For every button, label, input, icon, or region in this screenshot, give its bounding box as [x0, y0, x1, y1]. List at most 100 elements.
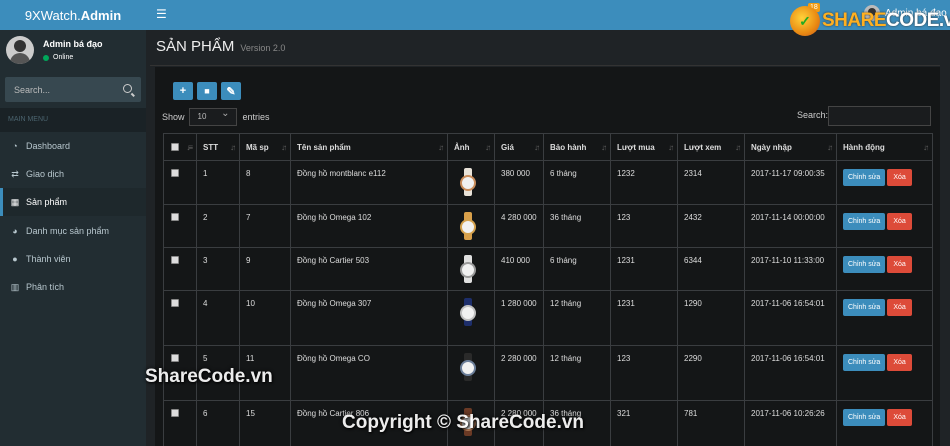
- cell-price: 4 280 000: [501, 213, 537, 222]
- cell-code: 15: [246, 409, 255, 418]
- cell-stt: 1: [203, 169, 208, 178]
- row-checkbox[interactable]: [171, 256, 179, 264]
- products-table: ↓≡ STT ↓↑ Mã sp ↓↑ Tên sản phẩm ↓↑ Ảnh ↓↑ Gi…: [163, 133, 933, 446]
- table-row[interactable]: 4 10 Đồng hồ Omega 307 1 280 000 12 tháng 123…: [163, 290, 933, 346]
- header-image: Ảnh: [454, 142, 470, 152]
- column-header[interactable]: Lượt mua ↓↑: [610, 133, 678, 161]
- table-cell: 2017-11-06 16:54:01: [744, 290, 837, 346]
- column-header[interactable]: Lượt xem ↓↑: [677, 133, 745, 161]
- row-checkbox[interactable]: [171, 169, 179, 177]
- column-header[interactable]: Bảo hành ↓↑: [543, 133, 611, 161]
- column-header[interactable]: Ngày nhập ↓↑: [744, 133, 837, 161]
- watermark-middle: ShareCode.vn: [145, 366, 273, 387]
- cell-warranty: 36 tháng: [550, 213, 582, 222]
- sidebar-item-label: Thành viên: [26, 254, 71, 264]
- cell-name: Đồng hồ Omega 307: [297, 299, 372, 308]
- app-logo[interactable]: 9XWatch. Admin: [0, 0, 146, 30]
- edit-selected-button[interactable]: ✎: [221, 82, 241, 100]
- table-search-input[interactable]: [828, 106, 931, 126]
- cell-bought: 123: [617, 354, 631, 363]
- column-header[interactable]: STT ↓↑: [196, 133, 240, 161]
- table-cell: Đồng hồ montblanc e112: [290, 160, 448, 205]
- column-header[interactable]: Hành động ↓↑: [836, 133, 933, 161]
- search-icon[interactable]: [123, 84, 132, 93]
- table-cell: 10: [239, 290, 291, 346]
- sidebar-item[interactable]: ◔ Dashboard: [0, 132, 146, 160]
- sidebar-search-input[interactable]: [6, 78, 116, 101]
- sidebar-item[interactable]: ● Thành viên: [0, 245, 146, 273]
- table-cell: Đồng hồ Cartier 503: [290, 247, 448, 291]
- delete-button[interactable]: Xóa: [887, 256, 912, 273]
- cell-bought: 1231: [617, 299, 635, 308]
- edit-button[interactable]: Chỉnh sửa: [843, 409, 886, 426]
- sidebar-item-label: Sản phẩm: [26, 197, 68, 207]
- cell-views: 781: [684, 409, 698, 418]
- delete-selected-button[interactable]: ■: [197, 82, 217, 100]
- table-cell: Đồng hồ Omega 307: [290, 290, 448, 346]
- edit-button[interactable]: Chỉnh sửa: [843, 299, 886, 316]
- row-checkbox[interactable]: [171, 299, 179, 307]
- delete-button[interactable]: Xóa: [887, 354, 912, 371]
- cell-bought: 123: [617, 213, 631, 222]
- table-cell: 8: [239, 160, 291, 205]
- sidebar-item[interactable]: ▦ Sản phẩm: [0, 188, 146, 216]
- edit-button[interactable]: Chỉnh sửa: [843, 169, 886, 186]
- table-cell: 1 280 000: [494, 290, 544, 346]
- delete-button[interactable]: Xóa: [887, 409, 912, 426]
- cell-bought: 321: [617, 409, 631, 418]
- sidebar-item[interactable]: ▥ Phân tích: [0, 273, 146, 301]
- row-checkbox[interactable]: [171, 213, 179, 221]
- row-checkbox[interactable]: [171, 409, 179, 417]
- menu-toggle-icon[interactable]: ☰: [156, 8, 168, 20]
- table-cell: 2017-11-06 10:26:26: [744, 400, 837, 446]
- sort-icon: ↓↑: [438, 143, 444, 152]
- cell-price: 1 280 000: [501, 299, 537, 308]
- sort-icon: ↓↑: [601, 143, 607, 152]
- cell-name: Đồng hồ Cartier 503: [297, 256, 370, 265]
- column-header[interactable]: Tên sản phẩm ↓↑: [290, 133, 448, 161]
- table-cell: Chỉnh sửa Xóa: [836, 204, 933, 248]
- cell-warranty: 12 tháng: [550, 299, 582, 308]
- sort-icon: ↓↑: [923, 143, 929, 152]
- column-header[interactable]: Giá ↓↑: [494, 133, 544, 161]
- table-row[interactable]: 1 8 Đồng hồ montblanc e112 380 000 6 tháng 12…: [163, 160, 933, 205]
- table-cell: Chỉnh sửa Xóa: [836, 345, 933, 401]
- page-title: SẢN PHẨM: [156, 38, 235, 55]
- sidebar-item[interactable]: ◕ Danh mục sản phẩm: [0, 217, 146, 245]
- column-header[interactable]: Ảnh ↓↑: [447, 133, 495, 161]
- watch-face: [460, 175, 476, 191]
- select-all-checkbox[interactable]: [171, 142, 179, 151]
- sidebar-item[interactable]: ⇄ Giao dịch: [0, 160, 146, 188]
- user-icon: ●: [12, 254, 18, 264]
- delete-button[interactable]: Xóa: [887, 299, 912, 316]
- row-checkbox[interactable]: [171, 354, 179, 362]
- pie-chart-icon: ◕: [12, 226, 18, 236]
- table-cell: 7: [239, 204, 291, 248]
- cell-bought: 1231: [617, 256, 635, 265]
- add-product-button[interactable]: +: [173, 82, 193, 100]
- entries-select[interactable]: 10: [188, 106, 237, 126]
- cell-date: 2017-11-14 00:00:00: [751, 213, 825, 222]
- online-dot-icon: [43, 54, 49, 61]
- table-row[interactable]: 2 7 Đồng hồ Omega 102 4 280 000 36 tháng 123 2…: [163, 204, 933, 248]
- header-warranty: Bảo hành: [550, 142, 587, 152]
- table-row[interactable]: 3 9 Đồng hồ Cartier 503 410 000 6 tháng 1231 6…: [163, 247, 933, 291]
- delete-button[interactable]: Xóa: [887, 213, 912, 230]
- table-cell: [163, 204, 197, 248]
- cell-views: 1290: [684, 299, 702, 308]
- sidebar-user-name: Admin bá đạo: [43, 39, 103, 49]
- edit-button[interactable]: Chỉnh sửa: [843, 213, 886, 230]
- edit-button[interactable]: Chỉnh sửa: [843, 256, 886, 273]
- edit-button[interactable]: Chỉnh sửa: [843, 354, 886, 371]
- column-header[interactable]: Mã sp ↓↑: [239, 133, 291, 161]
- cell-views: 2432: [684, 213, 702, 222]
- table-cell: [447, 345, 495, 401]
- table-cell: 6: [196, 400, 240, 446]
- table-cell: 1232: [610, 160, 678, 205]
- sidebar-user-panel: Admin bá đạo Online: [0, 30, 146, 70]
- cell-views: 2290: [684, 354, 702, 363]
- delete-button[interactable]: Xóa: [887, 169, 912, 186]
- pencil-icon: ✎: [226, 85, 236, 98]
- sort-icon[interactable]: ↓≡: [186, 143, 193, 152]
- table-row[interactable]: 5 11 Đồng hồ Omega CO 2 280 000 12 tháng 123 2…: [163, 345, 933, 401]
